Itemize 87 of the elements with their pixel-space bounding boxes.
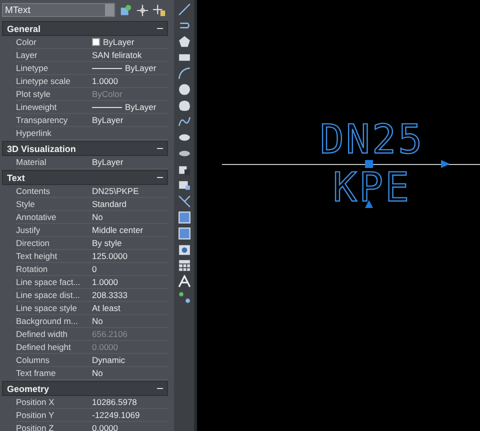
- property-label: Linetype scale: [16, 76, 72, 86]
- property-label: Material: [16, 157, 48, 167]
- object-type-dropdown[interactable]: MText: [2, 3, 115, 17]
- square-grip[interactable]: [365, 160, 373, 168]
- property-label: Layer: [16, 50, 38, 60]
- points-icon[interactable]: [178, 291, 190, 304]
- property-label: Lineweight: [16, 102, 58, 112]
- property-label: Annotative: [16, 212, 58, 222]
- property-value[interactable]: ByLayer: [125, 63, 156, 73]
- property-label: Linetype: [16, 63, 50, 73]
- property-label: Style: [16, 199, 36, 209]
- property-value[interactable]: At least: [92, 303, 120, 313]
- frame-icon[interactable]: [178, 227, 190, 240]
- property-label: Columns: [16, 355, 51, 365]
- linetype-sample: [92, 106, 122, 108]
- line-icon[interactable]: [178, 3, 190, 16]
- property-value[interactable]: No: [92, 212, 103, 222]
- text-icon[interactable]: [178, 275, 190, 288]
- spline-icon[interactable]: [178, 115, 190, 128]
- section-header[interactable]: Geometry: [2, 381, 168, 396]
- property-value[interactable]: 1.0000: [92, 277, 118, 287]
- frame-icon[interactable]: [178, 211, 190, 224]
- property-label: Contents: [16, 186, 52, 196]
- collapse-icon[interactable]: [157, 386, 163, 392]
- property-value[interactable]: 0.0000: [92, 423, 118, 431]
- property-value[interactable]: Middle center: [92, 225, 144, 235]
- property-value[interactable]: ByLayer: [103, 37, 134, 47]
- property-value[interactable]: 208.3333: [92, 290, 128, 300]
- triangle-grip[interactable]: [365, 200, 373, 208]
- arc-icon[interactable]: [178, 67, 190, 80]
- property-label: Justify: [16, 225, 42, 235]
- property-label: Hyperlink: [16, 128, 52, 138]
- property-value[interactable]: ByLayer: [92, 157, 124, 167]
- property-value[interactable]: Standard: [92, 199, 126, 209]
- property-label: Position X: [16, 397, 56, 407]
- property-label: Text frame: [16, 368, 57, 378]
- property-value[interactable]: DN25\PKPE: [92, 186, 139, 196]
- property-label: Position Y: [16, 410, 56, 420]
- property-label: Line space fact...: [16, 277, 82, 287]
- property-label: Defined width: [16, 329, 69, 339]
- property-label: Background m...: [16, 316, 79, 326]
- x-line-icon[interactable]: [178, 195, 190, 208]
- mtext-line[interactable]: DN25: [320, 123, 424, 157]
- section-title: Geometry: [7, 384, 50, 394]
- property-value[interactable]: No: [92, 316, 103, 326]
- collapse-icon[interactable]: [157, 26, 163, 32]
- section-header[interactable]: 3D Visualization: [2, 141, 168, 156]
- circle-icon[interactable]: [178, 83, 190, 96]
- mtext-line[interactable]: KPE: [332, 171, 412, 205]
- property-label: Line space dist...: [16, 290, 81, 300]
- camera-icon[interactable]: [178, 243, 190, 256]
- pickadd-icon[interactable]: [153, 4, 166, 16]
- crosshair-icon[interactable]: [136, 4, 149, 16]
- collapse-icon[interactable]: [157, 146, 163, 152]
- property-value[interactable]: By style: [92, 238, 122, 248]
- property-value[interactable]: ByLayer: [125, 102, 156, 112]
- property-value[interactable]: 10286.5978: [92, 397, 137, 407]
- property-label: Color: [16, 37, 38, 47]
- collapse-icon[interactable]: [157, 174, 163, 180]
- property-label: Rotation: [16, 264, 49, 274]
- table-icon[interactable]: [178, 259, 190, 272]
- section-title: General: [7, 24, 41, 34]
- color-swatch: [92, 38, 100, 46]
- property-label: Line space style: [16, 303, 78, 313]
- property-label: Plot style: [16, 89, 52, 99]
- quick-select-icon[interactable]: [119, 4, 132, 16]
- direction-arrow-icon: [441, 160, 450, 168]
- property-value[interactable]: SAN feliratok: [92, 50, 142, 60]
- property-value[interactable]: ByLayer: [92, 115, 124, 125]
- section-header[interactable]: Text: [2, 170, 168, 185]
- property-value[interactable]: -12249.1069: [92, 410, 140, 420]
- property-value[interactable]: No: [92, 368, 103, 378]
- property-label: Text height: [16, 251, 58, 261]
- property-label: Transparency: [16, 115, 69, 125]
- section-title: Text: [7, 172, 25, 182]
- section-title: 3D Visualization: [7, 144, 76, 154]
- insert-icon[interactable]: [178, 179, 190, 192]
- property-label: Defined height: [16, 342, 72, 352]
- property-value[interactable]: Dynamic: [92, 355, 126, 365]
- property-value[interactable]: 1.0000: [92, 76, 118, 86]
- property-value[interactable]: 0: [92, 264, 97, 274]
- cloud-icon[interactable]: [178, 99, 190, 112]
- property-value[interactable]: 125.0000: [92, 251, 128, 261]
- property-label: Direction: [16, 238, 51, 248]
- property-label: Position Z: [16, 423, 55, 431]
- polygon-icon[interactable]: [178, 35, 190, 48]
- section-header[interactable]: General: [2, 21, 168, 36]
